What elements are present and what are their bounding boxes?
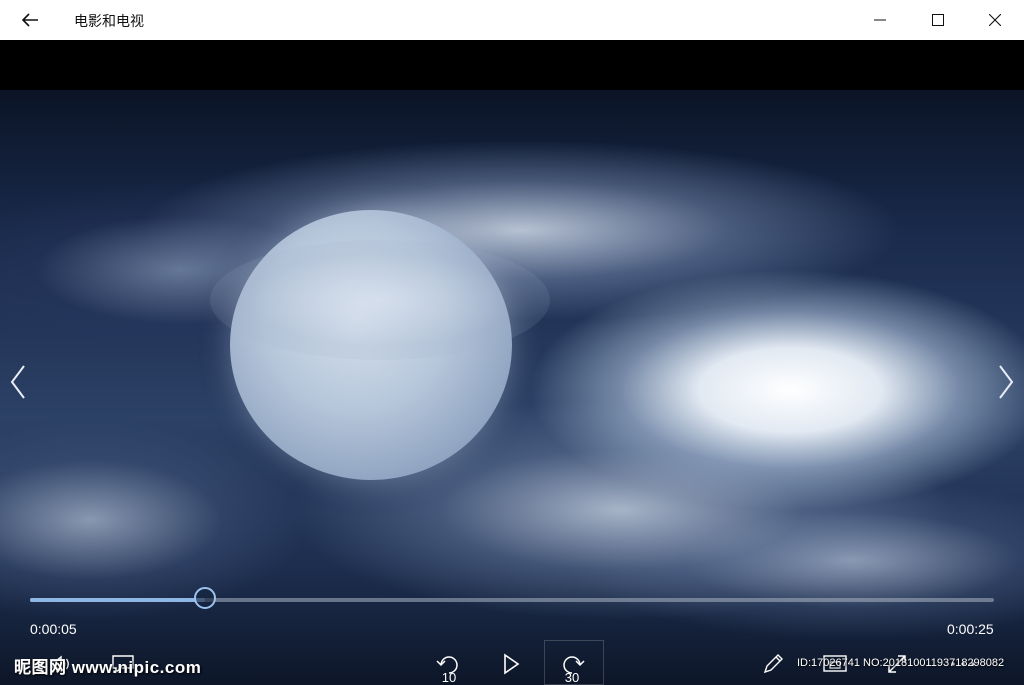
video-frame (0, 90, 1024, 685)
seek-bar-progress (30, 598, 206, 602)
previous-button[interactable] (4, 360, 34, 404)
title-bar: 电影和电视 (0, 0, 1024, 40)
minimize-button[interactable] (857, 0, 903, 40)
close-icon (989, 14, 1001, 26)
pencil-icon (763, 654, 783, 674)
next-button[interactable] (990, 360, 1020, 404)
back-arrow-icon (21, 13, 38, 27)
video-surface[interactable]: 0:00:05 0:00:25 10 30 昵图网 www.nipic.com … (0, 40, 1024, 685)
back-button[interactable] (14, 5, 46, 35)
current-time: 0:00:05 (30, 621, 77, 637)
chevron-left-icon (10, 365, 25, 399)
watermark-site: 昵图网 www.nipic.com (14, 658, 202, 677)
play-button[interactable] (488, 644, 534, 684)
maximize-icon (932, 14, 944, 26)
maximize-button[interactable] (915, 0, 961, 40)
play-icon (504, 653, 520, 675)
total-duration: 0:00:25 (947, 621, 994, 637)
close-button[interactable] (972, 0, 1018, 40)
window-title: 电影和电视 (74, 13, 144, 29)
skip-back-button[interactable]: 10 (426, 644, 472, 685)
minimize-icon (874, 19, 886, 21)
seek-bar[interactable] (30, 587, 994, 609)
skip-back-seconds: 10 (441, 670, 457, 685)
skip-forward-seconds: 30 (564, 670, 580, 685)
watermark-id: ID:17026741 NO:20181001193718298082 (797, 657, 1005, 669)
edit-button[interactable] (750, 644, 796, 684)
cloud-overlay (210, 240, 550, 360)
chevron-right-icon (999, 365, 1014, 399)
skip-forward-button[interactable]: 30 (549, 644, 595, 685)
